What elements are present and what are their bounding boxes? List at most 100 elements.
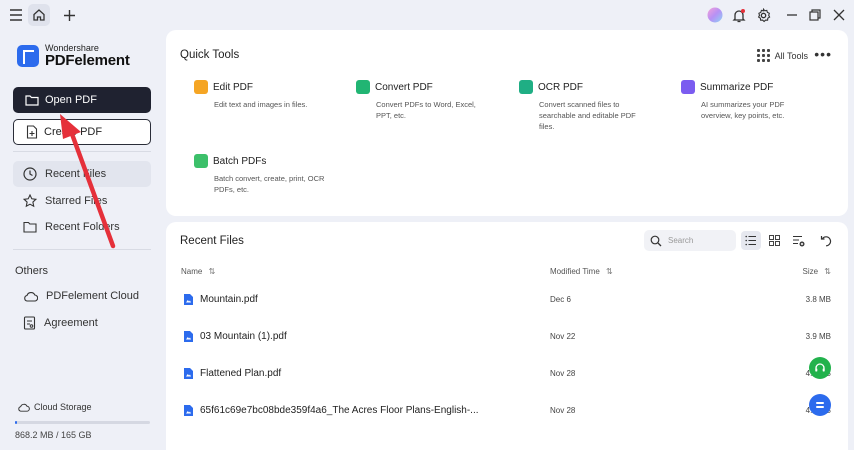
- table-row[interactable]: Mountain.pdf Dec 6 3.8 MB: [166, 281, 848, 318]
- search-icon: [650, 235, 662, 246]
- minimize-icon[interactable]: [781, 4, 803, 26]
- recent-files-panel: Recent Files Search Name ⇅ Modified Time…: [166, 222, 848, 450]
- tool-edit-pdf[interactable]: Edit PDF Edit text and images in files.: [194, 80, 344, 110]
- tool-description: Edit text and images in files.: [214, 100, 308, 109]
- folder-open-icon: [25, 95, 39, 106]
- app-logo: Wondershare PDFelement: [17, 44, 130, 68]
- file-modified: Nov 28: [550, 406, 576, 415]
- pdf-file-icon: [184, 294, 193, 305]
- sidebar-divider: [13, 151, 151, 152]
- tool-name: OCR PDF: [538, 81, 583, 93]
- title-bar: [0, 0, 854, 30]
- convert-pdf-icon: [356, 80, 370, 94]
- sidebar-item-starred-files[interactable]: Starred Files: [13, 188, 151, 214]
- tool-description: Batch convert, create, print, OCR PDFs, …: [214, 174, 325, 194]
- cloud-storage-label[interactable]: Cloud Storage: [17, 402, 92, 412]
- tool-summarize-pdf[interactable]: Summarize PDF AI summarizes your PDF ove…: [681, 80, 811, 121]
- sort-icon[interactable]: ⇅: [606, 267, 613, 276]
- open-pdf-label: Open PDF: [45, 94, 97, 106]
- cloud-icon: [24, 291, 38, 302]
- refresh-icon[interactable]: [816, 231, 836, 250]
- recent-files-title: Recent Files: [180, 235, 244, 247]
- close-icon[interactable]: [828, 4, 850, 26]
- quick-tools-panel: Quick Tools All Tools ••• Edit PDF Edit …: [166, 30, 848, 216]
- menu-icon[interactable]: [5, 4, 27, 26]
- file-size: 3.8 MB: [805, 295, 831, 304]
- sidebar-item-recent-files[interactable]: Recent Files: [13, 161, 151, 187]
- file-name: 65f61c69e7bc08bde359f4a6_The Acres Floor…: [200, 405, 479, 416]
- sidebar: Wondershare PDFelement Open PDF Create P…: [0, 30, 162, 450]
- tool-batch-pdfs[interactable]: Batch PDFs Batch convert, create, print,…: [194, 154, 329, 195]
- summarize-pdf-icon: [681, 80, 695, 94]
- storage-progress-fill: [15, 421, 17, 424]
- storage-progress-bar: [15, 421, 150, 424]
- star-icon: [23, 194, 37, 208]
- tool-ocr-pdf[interactable]: OCR PDF Convert scanned files to searcha…: [519, 80, 644, 132]
- file-name: Flattened Plan.pdf: [200, 368, 282, 379]
- table-row[interactable]: 65f61c69e7bc08bde359f4a6_The Acres Floor…: [166, 392, 848, 429]
- search-input[interactable]: Search: [644, 230, 736, 251]
- bell-icon[interactable]: [728, 4, 750, 26]
- grid-view-icon[interactable]: [764, 231, 784, 250]
- all-tools-label: All Tools: [774, 50, 808, 61]
- sort-icon[interactable]: ⇅: [209, 267, 216, 276]
- batch-pdfs-icon: [194, 154, 208, 168]
- chat-assistant-icon[interactable]: [809, 394, 831, 416]
- column-header-name[interactable]: Name ⇅: [181, 267, 215, 276]
- create-pdf-button[interactable]: Create PDF: [13, 119, 151, 145]
- tool-description: AI summarizes your PDF overview, key poi…: [701, 100, 785, 120]
- more-options-icon[interactable]: •••: [814, 46, 832, 62]
- plus-icon[interactable]: [58, 4, 80, 26]
- sidebar-item-label: PDFelement Cloud: [46, 290, 139, 302]
- search-placeholder: Search: [668, 236, 694, 245]
- sidebar-item-label: Recent Files: [45, 168, 107, 180]
- cloud-storage-text: Cloud Storage: [34, 402, 92, 412]
- all-tools-button[interactable]: All Tools: [756, 49, 808, 62]
- edit-pdf-icon: [194, 80, 208, 94]
- tool-name: Convert PDF: [375, 81, 433, 93]
- sidebar-item-agreement[interactable]: Agreement: [13, 310, 151, 336]
- file-modified: Nov 22: [550, 332, 576, 341]
- tool-name: Summarize PDF: [700, 81, 774, 93]
- clock-icon: [23, 167, 37, 181]
- tool-convert-pdf[interactable]: Convert PDF Convert PDFs to Word, Excel,…: [356, 80, 486, 121]
- restore-icon[interactable]: [804, 4, 826, 26]
- column-header-modified[interactable]: Modified Time ⇅: [550, 267, 613, 276]
- manage-list-icon[interactable]: [788, 231, 808, 250]
- sidebar-item-pdfelement-cloud[interactable]: PDFelement Cloud: [13, 283, 151, 309]
- table-row[interactable]: Flattened Plan.pdf Nov 28 4.4 MB: [166, 355, 848, 392]
- folder-icon: [23, 221, 37, 233]
- create-file-icon: [26, 125, 38, 139]
- quick-tools-title: Quick Tools: [180, 49, 240, 61]
- sidebar-divider: [13, 249, 151, 250]
- home-icon[interactable]: [28, 4, 50, 26]
- sidebar-item-label: Recent Folders: [45, 221, 120, 233]
- pdfelement-logo-icon: [17, 45, 39, 67]
- pdf-file-icon: [184, 368, 193, 379]
- pdf-file-icon: [184, 405, 193, 416]
- sidebar-item-recent-folders[interactable]: Recent Folders: [13, 214, 151, 240]
- customer-support-icon[interactable]: [809, 357, 831, 379]
- file-name: Mountain.pdf: [200, 294, 258, 305]
- brand-name: PDFelement: [45, 52, 130, 69]
- ocr-pdf-icon: [519, 80, 533, 94]
- open-pdf-button[interactable]: Open PDF: [13, 87, 151, 113]
- tool-name: Batch PDFs: [213, 155, 267, 167]
- file-modified: Nov 28: [550, 369, 576, 378]
- agreement-icon: [23, 316, 36, 330]
- gear-icon[interactable]: [752, 4, 774, 26]
- avatar-icon[interactable]: [704, 4, 726, 26]
- file-modified: Dec 6: [550, 295, 571, 304]
- others-heading: Others: [15, 265, 49, 277]
- table-row[interactable]: 03 Mountain (1).pdf Nov 22 3.9 MB: [166, 318, 848, 355]
- column-label: Size: [802, 267, 819, 276]
- tool-description: Convert PDFs to Word, Excel, PPT, etc.: [376, 100, 476, 120]
- file-name: 03 Mountain (1).pdf: [200, 331, 287, 342]
- sort-icon[interactable]: ⇅: [824, 267, 831, 276]
- column-header-size[interactable]: Size ⇅: [803, 267, 832, 276]
- list-view-icon[interactable]: [741, 231, 761, 250]
- cloud-storage-icon: [18, 403, 30, 412]
- storage-usage-text: 868.2 MB / 165 GB: [15, 430, 92, 440]
- grid-icon: [756, 49, 770, 62]
- tool-description: Convert scanned files to searchable and …: [539, 100, 636, 131]
